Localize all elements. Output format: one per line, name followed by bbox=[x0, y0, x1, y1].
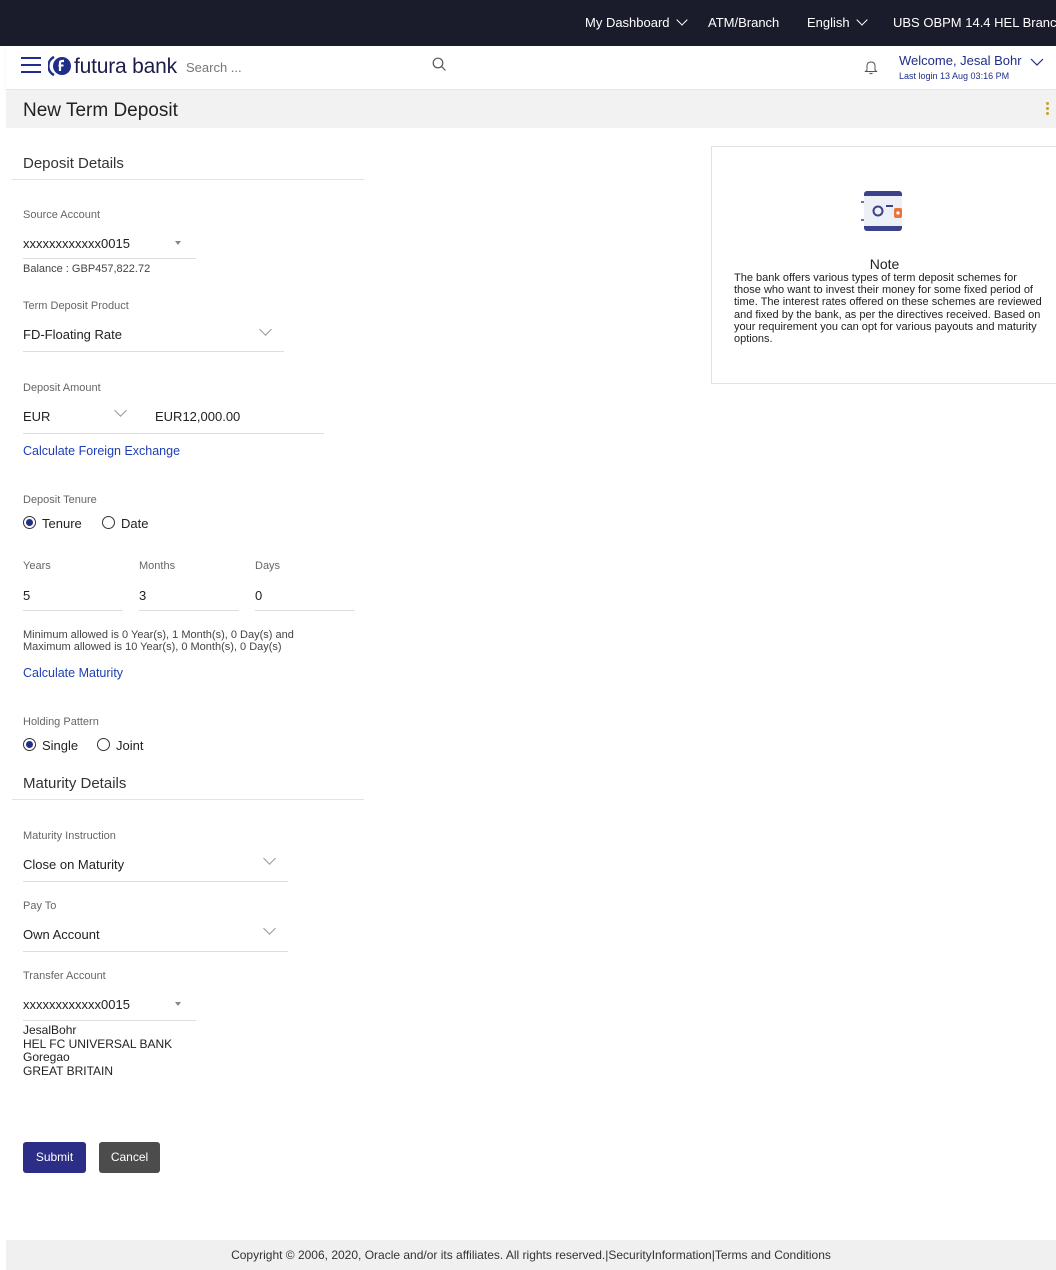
source-account-value: xxxxxxxxxxxx0015 bbox=[23, 236, 130, 251]
months-input[interactable]: 3 bbox=[139, 588, 146, 603]
maturity-details-heading: Maturity Details bbox=[23, 775, 127, 792]
field-underline bbox=[23, 881, 288, 882]
branch-label: UBS OBPM 14.4 HEL Branch bbox=[893, 15, 1056, 30]
welcome-text[interactable]: Welcome, Jesal Bohr bbox=[899, 53, 1022, 68]
term-deposit-product-label: Term Deposit Product bbox=[23, 300, 129, 312]
more-options-icon[interactable] bbox=[1046, 102, 1049, 117]
currency-value: EUR bbox=[23, 409, 51, 424]
bell-icon[interactable] bbox=[864, 59, 878, 75]
address-line: JesalBohr bbox=[23, 1023, 77, 1037]
section-divider bbox=[12, 799, 364, 800]
term-deposit-product-value: FD-Floating Rate bbox=[23, 327, 122, 342]
note-title: Note bbox=[869, 256, 900, 272]
transfer-account-label: Transfer Account bbox=[23, 970, 106, 982]
field-underline bbox=[255, 610, 355, 611]
chevron-down-icon bbox=[675, 14, 688, 26]
transfer-account-value: xxxxxxxxxxxx0015 bbox=[23, 997, 130, 1012]
pay-to-label: Pay To bbox=[23, 900, 57, 912]
days-label: Days bbox=[255, 560, 281, 572]
maturity-instruction-label: Maturity Instruction bbox=[23, 830, 116, 842]
page-title-bar: New Term Deposit bbox=[6, 91, 1056, 128]
holding-pattern-label: Holding Pattern bbox=[23, 716, 99, 728]
tenure-radio[interactable] bbox=[23, 516, 36, 529]
chevron-down-icon bbox=[263, 922, 276, 935]
field-underline bbox=[23, 351, 284, 352]
address-line: GREAT BRITAIN bbox=[23, 1063, 114, 1078]
top-bar: My Dashboard ATM/Branch English UBS OBPM… bbox=[0, 0, 1056, 46]
calculate-maturity-link[interactable]: Calculate Maturity bbox=[23, 666, 123, 680]
field-underline bbox=[23, 433, 324, 434]
page-title: New Term Deposit bbox=[23, 100, 178, 121]
account-address: JesalBohr HEL FC UNIVERSAL BANK Goregao … bbox=[23, 1023, 173, 1078]
address-line: HEL FC UNIVERSAL BANK bbox=[23, 1036, 173, 1051]
atm-branch-link[interactable]: ATM/Branch bbox=[708, 15, 779, 30]
joint-radio[interactable] bbox=[97, 738, 110, 751]
search-icon[interactable] bbox=[432, 57, 447, 72]
chevron-down-icon bbox=[259, 323, 272, 336]
chevron-down-icon bbox=[114, 404, 127, 417]
field-underline bbox=[139, 610, 239, 611]
safe-deposit-icon bbox=[861, 191, 902, 231]
chevron-down-icon bbox=[263, 852, 276, 865]
balance-text: Balance : GBP457,822.72 bbox=[23, 263, 151, 275]
chevron-down-icon[interactable] bbox=[1030, 58, 1044, 67]
maturity-instruction-value: Close on Maturity bbox=[23, 857, 125, 872]
tenure-limit-hint: Minimum allowed is 0 Year(s), 1 Month(s)… bbox=[23, 629, 294, 653]
date-radio-label[interactable]: Date bbox=[121, 516, 148, 531]
last-login-text: Last login 13 Aug 03:16 PM bbox=[899, 71, 1010, 81]
pay-to-value: Own Account bbox=[23, 927, 100, 942]
app-header: futura bank Welcome, Jesal Bohr Last log… bbox=[6, 46, 1056, 90]
deposit-tenure-label: Deposit Tenure bbox=[23, 494, 97, 506]
brand-name: futura bank bbox=[74, 55, 177, 78]
date-radio[interactable] bbox=[102, 516, 115, 529]
field-underline bbox=[23, 610, 123, 611]
single-radio[interactable] bbox=[23, 738, 36, 751]
tenure-radio-label[interactable]: Tenure bbox=[42, 516, 82, 531]
my-dashboard-label: My Dashboard bbox=[585, 15, 670, 30]
years-input[interactable]: 5 bbox=[23, 588, 30, 603]
submit-button[interactable]: Submit bbox=[23, 1142, 86, 1173]
joint-radio-label[interactable]: Joint bbox=[116, 738, 143, 753]
deposit-amount-label: Deposit Amount bbox=[23, 382, 101, 394]
section-divider bbox=[12, 179, 364, 180]
search-input[interactable] bbox=[186, 56, 446, 78]
my-dashboard-menu[interactable]: My Dashboard bbox=[585, 14, 688, 30]
hamburger-menu-icon[interactable] bbox=[21, 57, 41, 73]
address-line: Goregao bbox=[23, 1050, 70, 1064]
page-footer: Copyright © 2006, 2020, Oracle and/or it… bbox=[6, 1240, 1056, 1270]
language-menu[interactable]: English bbox=[807, 14, 868, 30]
bank-logo-icon bbox=[48, 55, 71, 77]
language-label: English bbox=[807, 15, 850, 30]
deposit-details-heading: Deposit Details bbox=[23, 155, 124, 172]
note-panel: Note The bank offers various types of te… bbox=[711, 146, 1056, 384]
branch-menu[interactable]: UBS OBPM 14.4 HEL Branch bbox=[893, 15, 1056, 30]
months-label: Months bbox=[139, 560, 176, 572]
deposit-amount-input[interactable]: EUR12,000.00 bbox=[155, 409, 240, 424]
source-account-label: Source Account bbox=[23, 209, 101, 221]
field-underline bbox=[23, 951, 288, 952]
cancel-button[interactable]: Cancel bbox=[99, 1142, 160, 1173]
chevron-down-icon bbox=[855, 14, 868, 26]
caret-down-icon bbox=[175, 1002, 181, 1006]
caret-down-icon bbox=[175, 241, 181, 245]
footer-text[interactable]: Copyright © 2006, 2020, Oracle and/or it… bbox=[6, 1248, 1056, 1263]
field-underline bbox=[23, 258, 196, 259]
field-underline bbox=[23, 1020, 196, 1021]
note-text: The bank offers various types of term de… bbox=[734, 272, 1042, 346]
days-input[interactable]: 0 bbox=[255, 588, 262, 603]
years-label: Years bbox=[23, 560, 51, 572]
calculate-foreign-exchange-link[interactable]: Calculate Foreign Exchange bbox=[23, 444, 180, 458]
single-radio-label[interactable]: Single bbox=[42, 738, 78, 753]
